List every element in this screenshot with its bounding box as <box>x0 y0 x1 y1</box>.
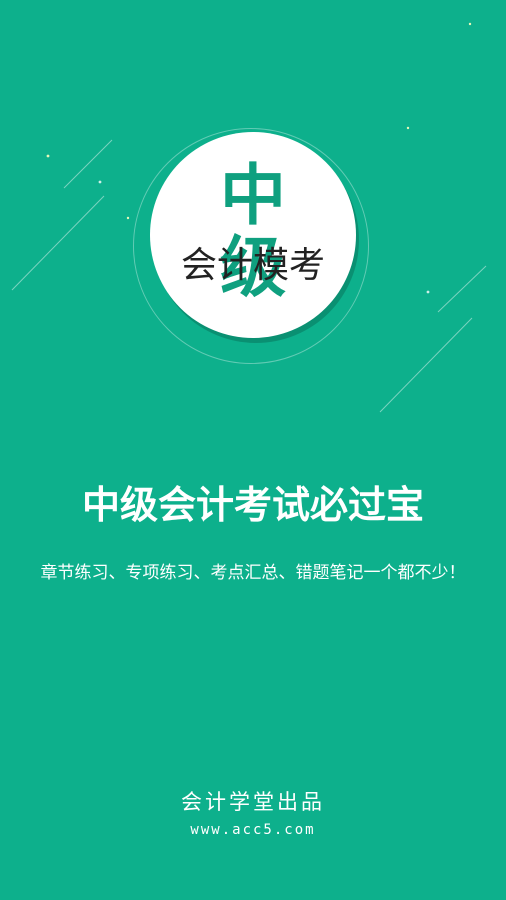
website-url: www.acc5.com <box>190 822 316 838</box>
tagline: 章节练习、专项练习、考点汇总、错题笔记一个都不少！ <box>40 563 466 583</box>
splash-screen: 中 级 会计模考 中级会计考试必过宝 章节练习、专项练习、考点汇总、错题笔记一个… <box>0 0 506 900</box>
app-badge-logo: 中 级 会计模考 <box>150 132 356 338</box>
headline: 中级会计考试必过宝 <box>81 483 424 527</box>
badge-subtitle: 会计模考 <box>180 245 325 286</box>
publisher-credit: 会计学堂出品 <box>181 790 325 814</box>
